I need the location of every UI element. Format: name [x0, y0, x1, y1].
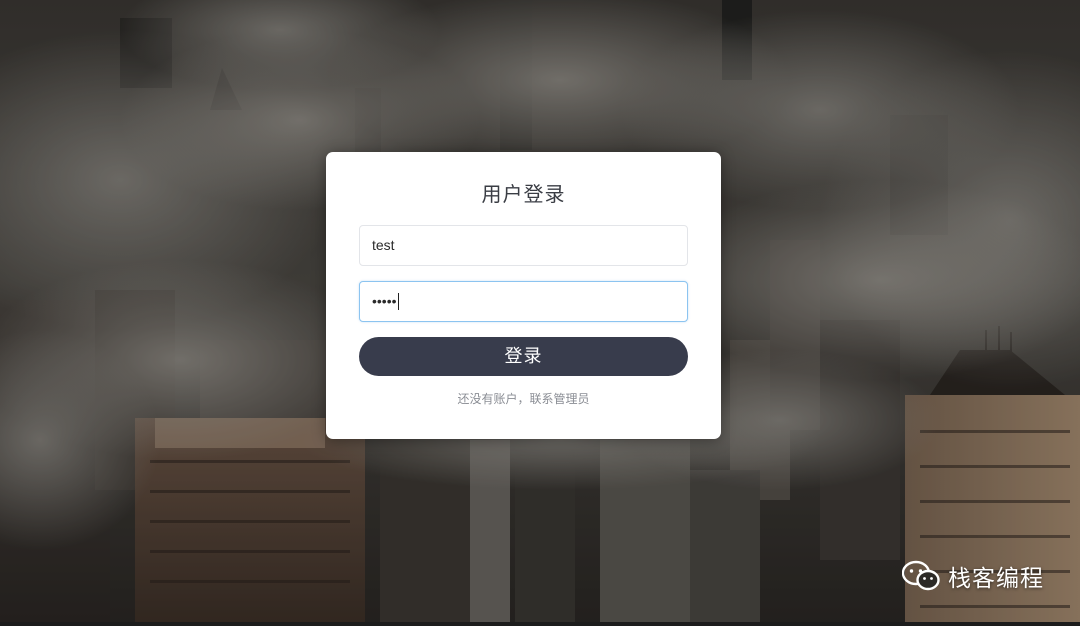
username-input[interactable]: test	[359, 225, 688, 266]
password-input[interactable]: •••••	[359, 281, 688, 322]
watermark: 栈客编程	[902, 560, 1044, 592]
username-value: test	[372, 237, 395, 253]
page-stage: 用户登录 test ••••• 登录 还没有账户，联系管理员 栈客编程	[0, 0, 1080, 626]
bottom-strip	[0, 622, 1080, 626]
login-title: 用户登录	[481, 182, 566, 206]
watermark-text: 栈客编程	[948, 566, 1044, 592]
text-caret	[397, 292, 399, 310]
password-value: •••••	[372, 293, 397, 309]
login-card: 用户登录 test ••••• 登录 还没有账户，联系管理员	[326, 152, 721, 439]
wechat-icon	[902, 560, 940, 591]
register-hint: 还没有账户，联系管理员	[457, 392, 590, 406]
login-button[interactable]: 登录	[359, 337, 688, 376]
